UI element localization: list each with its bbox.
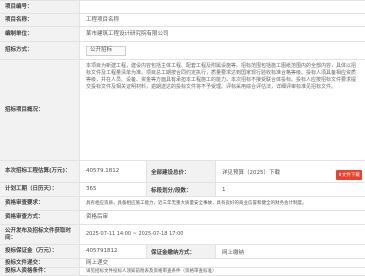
label-bid-method: 投标文件递交： xyxy=(0,259,80,267)
method-wrap: 公开招标 xyxy=(86,42,361,59)
value-review: 资格后审 xyxy=(86,214,109,220)
label-overview: 招标项目概况： xyxy=(0,60,80,160)
value-deposit-method: 网上缴纳 xyxy=(222,249,245,256)
label-project-name: 项目名称： xyxy=(0,14,80,26)
value-project-name: 工程项目名称 xyxy=(86,16,120,23)
value-publish-date: 2025-07-11 14:00 ~ 2025-07-18 17:00 xyxy=(86,231,184,237)
value-total-price: 详见预算（2025）下载 xyxy=(222,169,280,176)
label-qualification: 资格审查要求： xyxy=(0,197,80,210)
row-budget: 本次招标工程估算(万元)： 40579.1812 全部建设总价： 详见预算（20… xyxy=(0,161,365,183)
download-label: 文件下载 xyxy=(341,173,360,178)
value-unit: 某市建筑工程设计研究院有限公司 xyxy=(86,30,169,37)
label-sections: 标段划分/段数： xyxy=(146,183,216,196)
overview-text: 本项目为新建工程，建设内容包括主体工程、配套工程及附属设施等。招标范围包括施工图… xyxy=(86,63,357,91)
bid-info-table: 项目编号： 项目名称： 工程项目名称 编制单位： 某市建筑工程设计研究院有限公司… xyxy=(0,0,365,276)
row-overview: 招标项目概况： 本项目为新建工程，建设内容包括主体工程、配套工程及附属设施等。招… xyxy=(0,60,365,161)
download-button[interactable]: ⬇ 文件下载 xyxy=(336,170,362,180)
row-bid-method: 投标文件递交： 网上递交 xyxy=(0,259,365,268)
value-budget: 40579.1812 xyxy=(86,168,120,174)
value-bid-method: 网上递交 xyxy=(86,259,109,266)
row-deposit: 投标保证金（万元）： 405791812 保证金缴纳方式： 网上缴纳 xyxy=(0,245,365,259)
row-publish-date: 公开发布及招标文件获取时间： 2025-07-11 14:00 ~ 2025-0… xyxy=(0,225,365,245)
value-contact: 详见招标文件投标人须知前附表及资格审查条件（资格审查标准） xyxy=(86,269,217,274)
value-qualification: 具有相应资质，具备相应施工能力，近三年无重大质量安全事故，具有良好的商业信誉和健… xyxy=(86,201,307,206)
row-review: 资格审查方式： 资格后审 xyxy=(0,211,365,225)
label-contact: 投标人资格条件： xyxy=(0,268,80,275)
value-project-no xyxy=(86,1,361,13)
label-publish-date: 公开发布及招标文件获取时间： xyxy=(0,225,80,244)
row-qualification: 资格审查要求： 具有相应资质，具备相应施工能力，近三年无重大质量安全事故，具有良… xyxy=(0,197,365,211)
label-deposit: 投标保证金（万元）： xyxy=(0,245,80,258)
label-budget: 本次招标工程估算(万元)： xyxy=(0,161,80,182)
label-review: 资格审查方式： xyxy=(0,211,80,224)
row-duration: 计划工期（日历天）： 365 标段划分/段数： 1 xyxy=(0,183,365,197)
row-unit: 编制单位： 某市建筑工程设计研究院有限公司 xyxy=(0,27,365,42)
label-total-price: 全部建设总价： xyxy=(146,161,216,182)
label-project-no: 项目编号： xyxy=(0,1,80,13)
row-method: 招标方式： 公开招标 xyxy=(0,42,365,60)
label-method: 招标方式： xyxy=(0,42,80,59)
label-duration: 计划工期（日历天）： xyxy=(0,183,80,196)
row-project-no: 项目编号： xyxy=(0,1,365,14)
method-select[interactable]: 公开招标 xyxy=(86,45,126,56)
value-deposit: 405791812 xyxy=(86,248,118,254)
label-deposit-method: 保证金缴纳方式： xyxy=(146,245,216,258)
value-sections: 1 xyxy=(222,186,226,193)
row-project-name: 项目名称： 工程项目名称 xyxy=(0,14,365,27)
label-unit: 编制单位： xyxy=(0,27,80,41)
value-duration: 365 xyxy=(86,186,97,192)
